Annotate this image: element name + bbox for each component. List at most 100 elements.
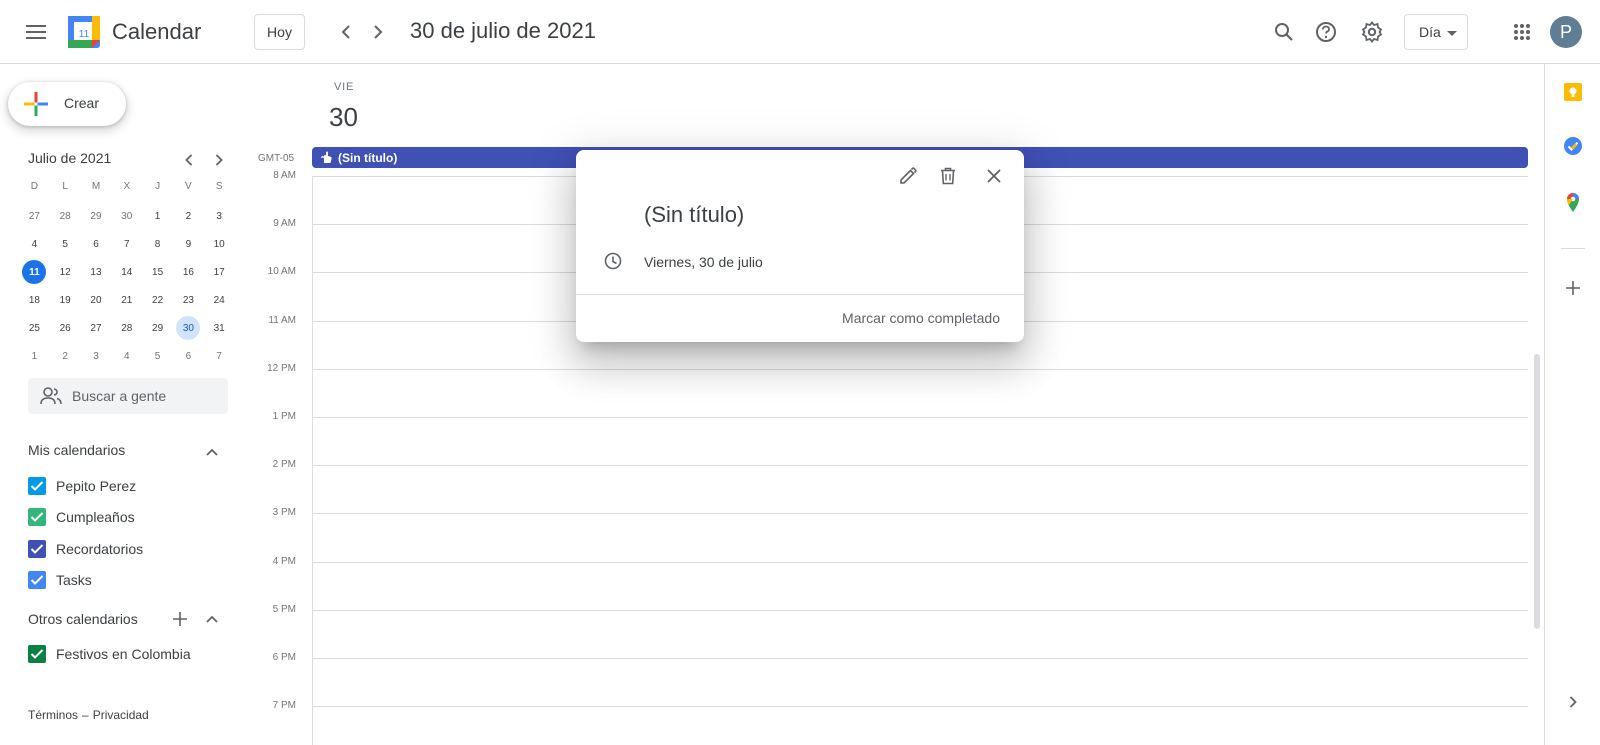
mini-calendar-day[interactable]: 21	[111, 286, 142, 314]
mini-calendar-day[interactable]: 14	[111, 258, 142, 286]
popup-event-title: (Sin título)	[644, 202, 745, 227]
mini-calendar-day[interactable]: 26	[50, 314, 81, 342]
mark-complete-button[interactable]: Marcar como completado	[842, 310, 1000, 326]
mini-next-month-icon[interactable]	[205, 146, 233, 174]
mini-calendar-day[interactable]: 10	[204, 230, 235, 258]
calendar-list-item[interactable]: Pepito Perez	[28, 474, 136, 498]
search-people-input[interactable]: Buscar a gente	[28, 378, 228, 414]
create-button[interactable]: Crear	[8, 82, 126, 126]
hour-gridline	[312, 368, 1528, 370]
previous-period-icon[interactable]	[330, 16, 362, 48]
calendar-checkbox[interactable]	[28, 508, 46, 527]
mini-calendar-day[interactable]: 18	[19, 286, 50, 314]
mini-calendar-day-number: 23	[182, 294, 194, 306]
add-addon-plus-icon[interactable]	[1559, 274, 1587, 302]
calendar-list-item[interactable]: Tasks	[28, 568, 92, 592]
hour-gridline	[312, 417, 1528, 418]
account-avatar[interactable]: P	[1550, 16, 1582, 48]
mini-calendar-day[interactable]: 23	[173, 286, 204, 314]
mini-calendar-day[interactable]: 13	[81, 258, 112, 286]
other-calendars-title[interactable]: Otros calendarios	[28, 611, 138, 627]
mini-weekday-label: L	[62, 180, 68, 192]
mini-calendar-day-number: 4	[31, 238, 38, 250]
mini-calendar-day[interactable]: 4	[19, 230, 50, 258]
mini-calendar-day[interactable]: 16	[173, 258, 204, 286]
vertical-scrollbar[interactable]	[1534, 354, 1540, 629]
popup-event-date: Viernes, 30 de julio	[644, 254, 763, 270]
help-icon[interactable]	[1306, 12, 1346, 52]
mini-prev-month-icon[interactable]	[175, 146, 203, 174]
mini-calendar-day[interactable]: 24	[204, 286, 235, 314]
mini-calendar-weekdays: DLMXJVS	[19, 174, 235, 202]
mini-calendar-day[interactable]: 12	[50, 258, 81, 286]
view-selector[interactable]: Día	[1404, 14, 1468, 50]
mini-calendar-day-number: 8	[154, 238, 161, 250]
maps-icon[interactable]	[1559, 188, 1587, 216]
mini-calendar-day[interactable]: 7	[111, 230, 142, 258]
mini-calendar-day[interactable]: 31	[204, 314, 235, 342]
delete-trash-icon[interactable]	[932, 160, 964, 192]
mini-calendar-day[interactable]: 15	[142, 258, 173, 286]
calendar-list-item[interactable]: Recordatorios	[28, 537, 143, 561]
calendar-list-item[interactable]: Cumpleaños	[28, 505, 135, 529]
mini-calendar-day[interactable]: 5	[142, 342, 173, 370]
mini-calendar-day[interactable]: 5	[50, 230, 81, 258]
mini-calendar-day[interactable]: 28	[50, 202, 81, 230]
search-icon[interactable]	[1264, 12, 1304, 52]
add-calendar-plus-icon[interactable]	[168, 607, 192, 631]
mini-calendar-day[interactable]: 2	[173, 202, 204, 230]
mini-calendar-day[interactable]: 3	[81, 342, 112, 370]
mini-calendar-day[interactable]: 25	[19, 314, 50, 342]
mini-calendar-day[interactable]: 7	[204, 342, 235, 370]
create-button-label: Crear	[64, 95, 100, 111]
mini-calendar-month: Julio de 2021	[28, 150, 112, 166]
mini-calendar-day[interactable]: 27	[19, 202, 50, 230]
expand-panel-chevron-icon[interactable]	[1559, 688, 1587, 716]
mini-calendar-day[interactable]: 22	[142, 286, 173, 314]
side-panel-rail	[1544, 64, 1600, 745]
close-icon[interactable]	[978, 160, 1010, 192]
mini-calendar-day[interactable]: 29	[142, 314, 173, 342]
keep-icon[interactable]	[1559, 78, 1587, 106]
mini-calendar-day[interactable]: 9	[173, 230, 204, 258]
chevron-up-icon[interactable]	[200, 607, 224, 631]
mini-calendar-day[interactable]: 4	[111, 342, 142, 370]
calendar-checkbox[interactable]	[28, 539, 46, 558]
next-period-icon[interactable]	[362, 16, 394, 48]
allday-event-title: (Sin título)	[338, 150, 398, 165]
edit-pencil-icon[interactable]	[892, 160, 924, 192]
chevron-up-icon[interactable]	[200, 440, 224, 464]
calendar-list-item[interactable]: Festivos en Colombia	[28, 642, 191, 666]
today-button[interactable]: Hoy	[254, 14, 305, 50]
mini-calendar-day[interactable]: 19	[50, 286, 81, 314]
day-number[interactable]: 30	[329, 102, 358, 133]
mini-calendar-day[interactable]: 6	[173, 342, 204, 370]
settings-gear-icon[interactable]	[1352, 12, 1392, 52]
my-calendars-title[interactable]: Mis calendarios	[28, 442, 125, 458]
current-date-title: 30 de julio de 2021	[410, 18, 596, 43]
main-menu-icon[interactable]	[16, 12, 56, 52]
mini-calendar-day[interactable]: 1	[142, 202, 173, 230]
apps-grid-icon[interactable]	[1502, 12, 1542, 52]
calendar-checkbox[interactable]	[28, 477, 46, 495]
tasks-icon[interactable]	[1559, 132, 1587, 160]
mini-calendar-day[interactable]: 29	[81, 202, 112, 230]
calendar-logo[interactable]: 11	[68, 16, 100, 48]
terms-link[interactable]: Términos	[28, 708, 78, 722]
mini-calendar-day[interactable]: 1	[19, 342, 50, 370]
mini-calendar-day[interactable]: 28	[111, 314, 142, 342]
calendar-checkbox[interactable]	[28, 645, 46, 663]
mini-calendar-day[interactable]: 30	[111, 202, 142, 230]
mini-calendar-day[interactable]: 30	[173, 314, 204, 342]
privacy-link[interactable]: Privacidad	[93, 708, 149, 722]
mini-calendar-day[interactable]: 8	[142, 230, 173, 258]
mini-calendar-day[interactable]: 20	[81, 286, 112, 314]
mini-calendar-day[interactable]: 3	[204, 202, 235, 230]
footer-links: Términos – Privacidad	[28, 708, 149, 722]
mini-calendar-day[interactable]: 2	[50, 342, 81, 370]
calendar-checkbox[interactable]	[28, 570, 46, 589]
mini-calendar-day[interactable]: 17	[204, 258, 235, 286]
mini-calendar-day[interactable]: 27	[81, 314, 112, 342]
mini-calendar-day[interactable]: 6	[81, 230, 112, 258]
mini-calendar-day[interactable]: 11	[19, 258, 50, 286]
